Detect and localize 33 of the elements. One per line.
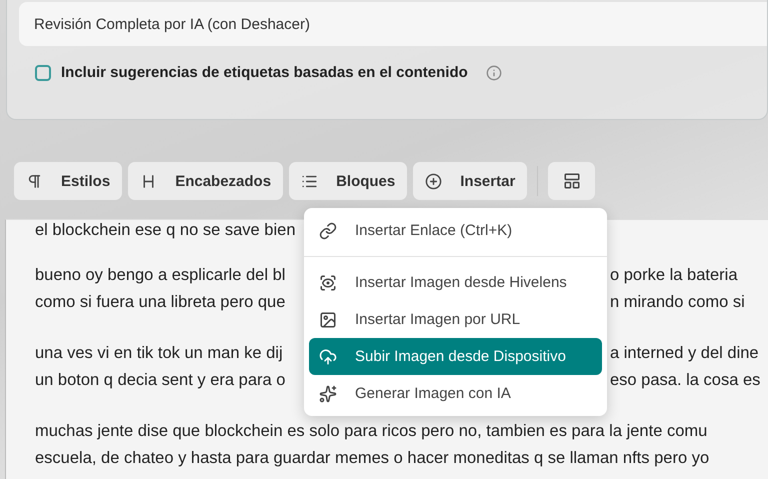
option-label: Incluir sugerencias de etiquetas basadas en el contenido: [61, 64, 468, 81]
menu-item[interactable]: Insertar Imagen desde Hivelens: [309, 264, 602, 301]
text-line: una ves vi en tik tok un man ke dij: [35, 344, 284, 363]
text-line: eso pasa. la cosa es: [610, 371, 762, 390]
text-line: el blockchein ese q no se save bien: [35, 220, 297, 240]
menu-item[interactable]: Generar Imagen con IA: [309, 375, 602, 412]
text-line: a interned y del dine: [610, 344, 760, 363]
toolbar-button[interactable]: Estilos: [14, 162, 122, 200]
menu-item[interactable]: Insertar Imagen por URL: [309, 301, 602, 338]
info-icon[interactable]: [486, 64, 502, 80]
text-line: bueno oy bengo a esplicarle del bl: [35, 266, 286, 285]
layout-button[interactable]: [548, 162, 596, 200]
image-icon: [319, 310, 337, 328]
layout-icon: [562, 172, 581, 190]
plus-circle-icon: [425, 172, 442, 190]
sparkle-icon: [319, 384, 337, 402]
toolbar-button[interactable]: Insertar: [413, 162, 528, 200]
text-line: o porke la bateria: [610, 266, 738, 285]
toolbar-button[interactable]: Encabezados: [128, 162, 284, 200]
text-line: un boton q decia sent y era para o: [35, 371, 286, 390]
text-line: como si fuera una libreta pero que: [35, 293, 286, 312]
eye-icon: [319, 274, 337, 292]
menu-item[interactable]: Insertar Enlace (Ctrl+K): [309, 212, 602, 249]
text-line: muchas jente dise que blockchein es solo para ricos pero no, tambien es para la jente comu: [35, 422, 708, 441]
text-line: n mirando como si: [610, 293, 746, 312]
checkbox[interactable]: [35, 64, 51, 80]
mode-field[interactable]: Revisión Completa por IA (con Deshacer): [19, 2, 767, 46]
cloud-upload-icon: [319, 348, 337, 366]
text-line: escuela, de chateo y hasta para guardar memes o hacer moneditas q se llaman nfts pero yo: [35, 449, 710, 468]
pilcrow-icon: [26, 172, 43, 190]
menu-item[interactable]: Subir Imagen desde Dispositivo: [309, 338, 602, 375]
link-icon: [319, 222, 337, 240]
toolbar-button[interactable]: Bloques: [289, 162, 408, 200]
